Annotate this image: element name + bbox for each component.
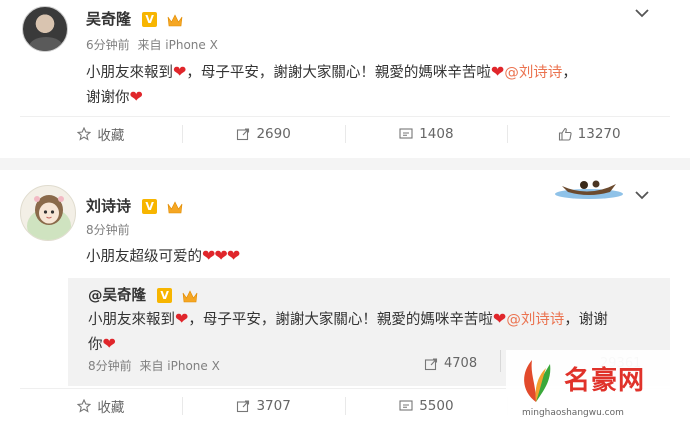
favorite-button[interactable]: 收藏 xyxy=(20,396,183,416)
heart-icon: ❤ xyxy=(490,62,505,81)
post-time[interactable]: 8分钟前 xyxy=(88,359,132,373)
star-icon xyxy=(77,398,92,413)
repost-icon xyxy=(424,357,438,370)
avatar[interactable] xyxy=(22,6,68,52)
watermark: 名豪网 minghaoshangwu.com xyxy=(506,350,686,426)
watermark-brand: 名豪网 xyxy=(564,366,646,396)
post-text-segment: ， xyxy=(562,65,577,81)
post-text-segment: 小朋友來報到 xyxy=(88,312,175,328)
verified-icon: V xyxy=(157,288,173,303)
post-divider xyxy=(0,158,690,170)
post1-header: 吴奇隆 V xyxy=(86,8,183,29)
comment-button[interactable]: 5500 xyxy=(346,396,509,415)
quoted-header: @吴奇隆 V xyxy=(88,284,198,305)
post-time[interactable]: 8分钟前 xyxy=(86,223,130,237)
post-text-segment: ，谢谢 xyxy=(564,312,608,328)
quoted-meta: 8分钟前 来自 iPhone X xyxy=(88,357,220,374)
repost-count: 3707 xyxy=(256,397,291,414)
comment-icon xyxy=(399,399,413,411)
heart-icon: ❤ xyxy=(173,62,187,81)
verified-icon: V xyxy=(142,199,158,214)
repost-button[interactable]: 2690 xyxy=(183,124,346,143)
post-text-segment: ，母子平安，謝謝大家關心！親愛的媽咪辛苦啦 xyxy=(186,65,491,81)
post1-text: 小朋友來報到❤，母子平安，謝謝大家關心！親愛的媽咪辛苦啦❤@刘诗诗， 谢谢你❤ xyxy=(86,60,646,110)
repost-icon xyxy=(237,127,250,140)
like-count: 13270 xyxy=(577,125,621,142)
favorite-label: 收藏 xyxy=(97,399,125,416)
post-time[interactable]: 6分钟前 xyxy=(86,38,130,52)
post-text-segment: 谢谢你 xyxy=(86,90,130,106)
post1-action-bar: 收藏 2690 1408 13270 xyxy=(20,116,670,150)
post2-header: 刘诗诗 V xyxy=(86,195,183,216)
boat-decoration-icon xyxy=(555,180,623,199)
chevron-down-icon[interactable] xyxy=(635,8,649,18)
chevron-down-icon[interactable] xyxy=(635,190,649,200)
repost-icon xyxy=(237,399,250,412)
post1-meta: 6分钟前 来自 iPhone X xyxy=(86,36,218,53)
username[interactable]: 刘诗诗 xyxy=(86,197,131,215)
quoted-username[interactable]: @吴奇隆 xyxy=(88,288,146,304)
repost-count: 4708 xyxy=(444,356,478,371)
post2-meta: 8分钟前 xyxy=(86,221,130,238)
post-text-segment: ，母子平安，謝謝大家關心！親愛的媽咪辛苦啦 xyxy=(188,312,493,328)
favorite-label: 收藏 xyxy=(97,127,125,144)
watermark-url: minghaoshangwu.com xyxy=(522,408,624,418)
repost-button[interactable]: 3707 xyxy=(183,396,346,415)
comment-button[interactable]: 1408 xyxy=(346,124,509,143)
heart-icon: ❤❤❤ xyxy=(202,246,240,265)
avatar[interactable] xyxy=(20,185,76,241)
heart-icon: ❤ xyxy=(129,87,143,106)
comment-icon xyxy=(399,127,413,139)
quoted-repost-button[interactable]: 4708 xyxy=(424,356,477,371)
leaf-logo-icon xyxy=(524,360,551,402)
favorite-button[interactable]: 收藏 xyxy=(20,124,183,144)
comment-count: 1408 xyxy=(419,125,454,142)
username[interactable]: 吴奇隆 xyxy=(86,10,131,28)
repost-count: 2690 xyxy=(256,125,291,142)
mention-link[interactable]: @刘诗诗 xyxy=(504,65,562,81)
crown-icon xyxy=(182,289,198,302)
post-source: 来自 iPhone X xyxy=(137,38,218,52)
post-text-segment: 你 xyxy=(88,337,103,353)
cartoon-girl-avatar-icon xyxy=(27,195,71,240)
crown-icon xyxy=(167,200,183,213)
verified-icon: V xyxy=(142,12,158,27)
post2-text: 小朋友超级可爱的❤❤❤ xyxy=(86,244,240,269)
mention-link[interactable]: @刘诗诗 xyxy=(506,312,564,328)
like-button[interactable]: 13270 xyxy=(508,125,670,143)
crown-icon xyxy=(167,13,183,26)
thumbs-up-icon xyxy=(558,127,572,141)
star-icon xyxy=(77,126,92,141)
heart-icon: ❤ xyxy=(175,309,189,328)
post-text-segment: 小朋友超级可爱的 xyxy=(86,249,202,265)
post-text-segment: 小朋友來報到 xyxy=(86,65,173,81)
divider xyxy=(500,350,501,372)
comment-count: 5500 xyxy=(419,397,454,414)
heart-icon: ❤ xyxy=(102,334,116,353)
heart-icon: ❤ xyxy=(492,309,507,328)
post-source: 来自 iPhone X xyxy=(139,359,220,373)
